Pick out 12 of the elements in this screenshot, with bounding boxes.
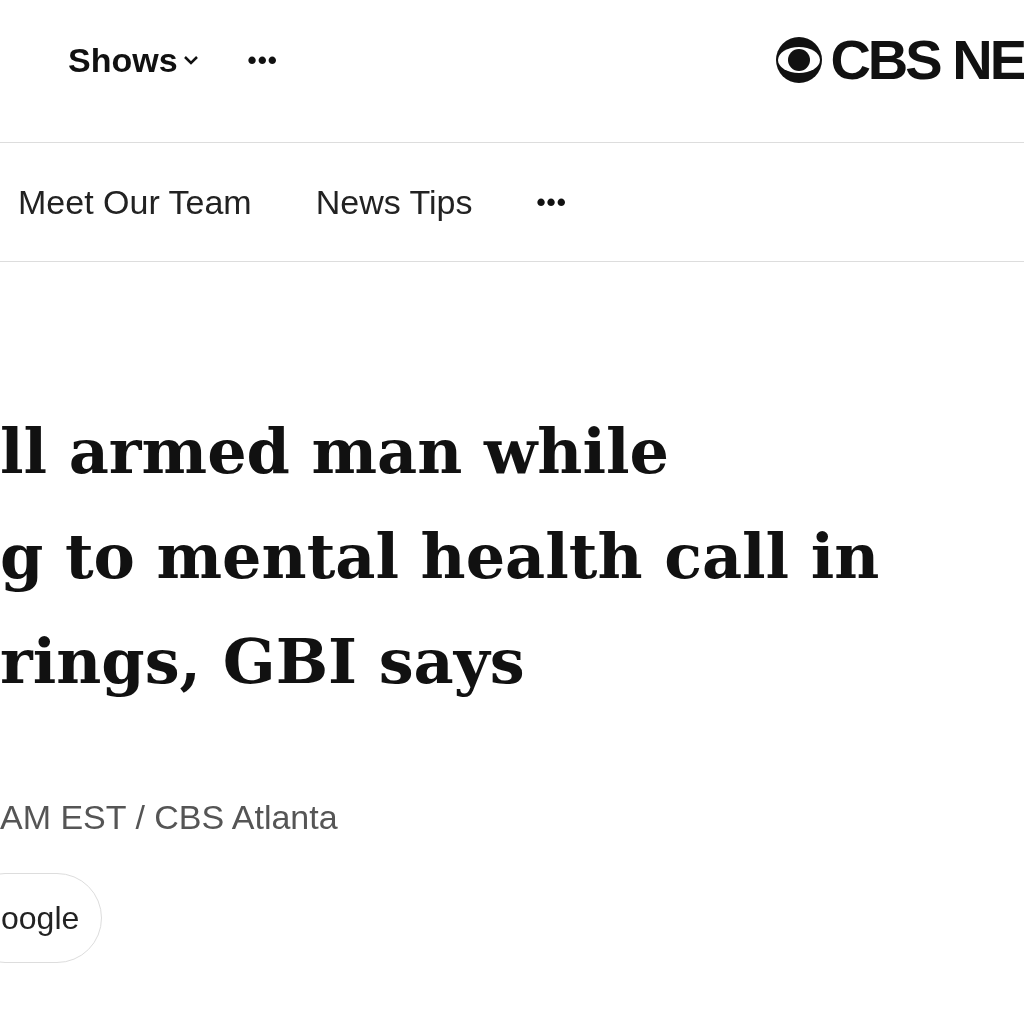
byline: AM EST / CBS Atlanta bbox=[0, 798, 338, 836]
headline-line: g to mental health call in bbox=[0, 519, 881, 595]
chevron-down-icon bbox=[181, 54, 200, 66]
pill-button[interactable]: oogle bbox=[0, 873, 103, 963]
more-button[interactable]: ••• bbox=[247, 40, 278, 80]
nav-link[interactable]: Meet Our Team bbox=[18, 176, 252, 228]
nav-link[interactable]: News Tips bbox=[315, 176, 473, 228]
shows-menu-button[interactable]: Shows bbox=[68, 34, 200, 86]
more-button[interactable]: ••• bbox=[536, 182, 567, 222]
headline-line: rings, GBI says bbox=[0, 624, 526, 700]
logo-text: CBS NE bbox=[830, 32, 1024, 88]
headline-line: ll armed man while bbox=[0, 414, 670, 490]
